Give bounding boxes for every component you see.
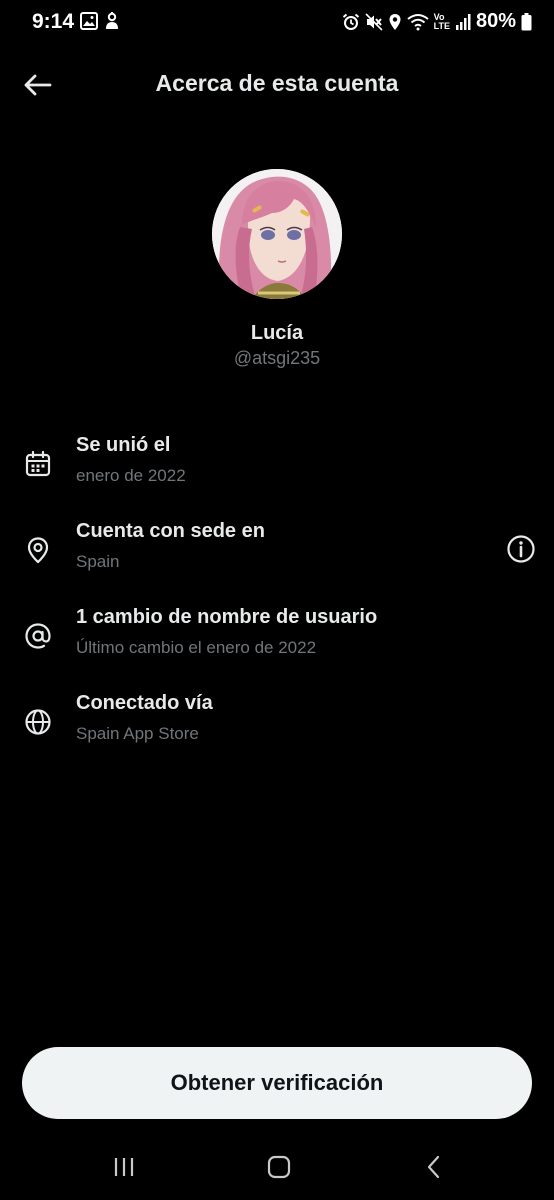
status-left-icons (80, 12, 120, 30)
volte-icon: Vo LTE (433, 12, 450, 31)
location-info-button[interactable] (506, 534, 536, 564)
system-nav-bar (0, 1138, 554, 1194)
person-alert-icon (104, 12, 120, 30)
page-title: Acerca de esta cuenta (155, 70, 399, 96)
wifi-icon (407, 13, 429, 31)
alarm-icon (342, 13, 360, 31)
battery-percent: 80% (475, 10, 516, 32)
recents-button[interactable] (104, 1152, 144, 1182)
status-right-icons: Vo LTE 80% (342, 10, 532, 33)
nav-back-icon (427, 1155, 440, 1179)
globe-icon (25, 709, 51, 735)
profile-name: Lucía (250, 322, 304, 344)
recents-icon (114, 1158, 134, 1176)
signal-icon (455, 13, 471, 31)
system-back-button[interactable] (414, 1152, 454, 1182)
location-pin-icon (27, 537, 49, 564)
info-row-username-changes: 1 cambio de nombre de usuario Último cam… (0, 606, 554, 676)
location-icon (388, 13, 402, 31)
get-verification-button[interactable]: Obtener verificación (22, 1047, 532, 1119)
profile-handle: @atsgi235 (233, 348, 321, 368)
status-bar: 9:14 Vo LTE 80% (0, 0, 554, 44)
info-row-joined: Se unió el enero de 2022 (0, 434, 554, 504)
status-time: 9:14 (32, 10, 75, 33)
volte-label-bottom: LTE (433, 20, 450, 31)
info-subtitle: enero de 2022 (76, 466, 186, 485)
battery-icon (521, 12, 532, 31)
avatar[interactable] (212, 169, 342, 299)
info-icon (507, 535, 535, 563)
header: Acerca de esta cuenta (0, 56, 554, 112)
calendar-icon (25, 450, 51, 477)
home-icon (267, 1155, 291, 1179)
info-title: 1 cambio de nombre de usuario (76, 606, 378, 628)
mute-icon (365, 12, 383, 31)
info-subtitle: Spain (76, 552, 120, 571)
at-sign-icon (25, 623, 51, 649)
info-title: Se unió el (76, 434, 171, 456)
gallery-icon (80, 12, 98, 30)
info-subtitle: Spain App Store (76, 724, 199, 743)
info-title: Cuenta con sede en (76, 520, 265, 542)
home-button[interactable] (259, 1152, 299, 1182)
info-title: Conectado vía (76, 692, 213, 714)
info-subtitle: Último cambio el enero de 2022 (76, 638, 317, 657)
avatar-image (212, 169, 342, 299)
info-row-connected-via: Conectado vía Spain App Store (0, 692, 554, 762)
info-row-location: Cuenta con sede en Spain (0, 520, 554, 590)
